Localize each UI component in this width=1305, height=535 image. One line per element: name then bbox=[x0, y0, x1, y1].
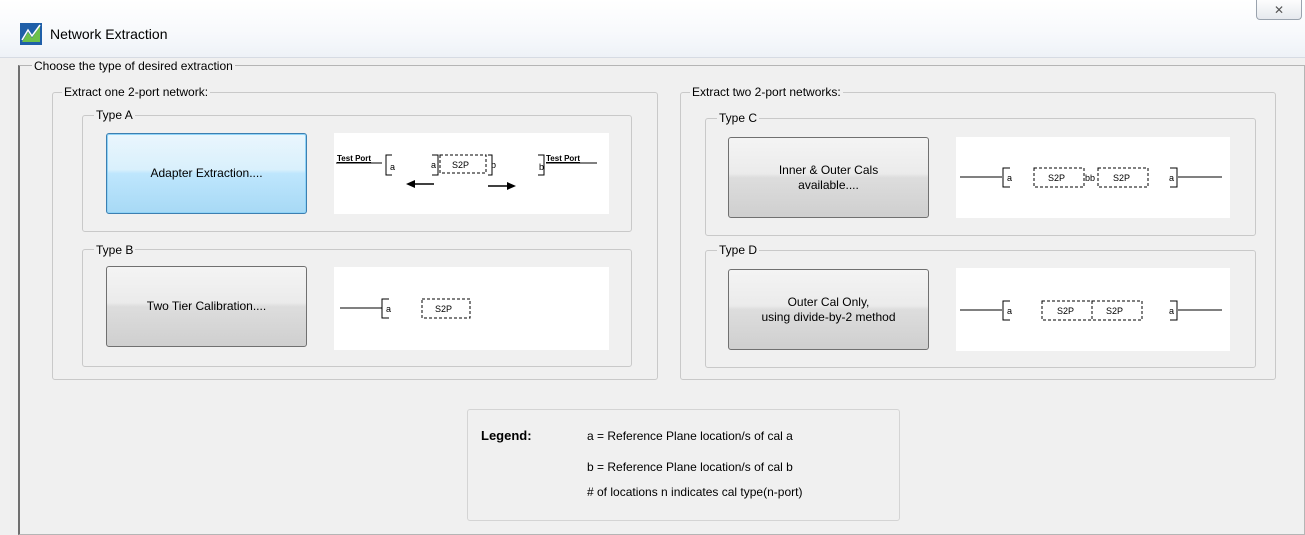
legend-line-n: # of locations n indicates cal type(n-po… bbox=[587, 485, 803, 499]
close-icon: ✕ bbox=[1273, 2, 1285, 17]
close-button[interactable]: ✕ bbox=[1256, 0, 1302, 20]
type-c-s2p-2-label: S2P bbox=[1113, 173, 1130, 183]
inner-outer-cals-button[interactable]: Inner & Outer Cals available.... bbox=[728, 137, 929, 218]
type-b-label: Type B bbox=[94, 243, 136, 257]
type-c-s2p-1-label: S2P bbox=[1048, 173, 1065, 183]
legend-title: Legend: bbox=[481, 428, 532, 443]
type-c-label: Type C bbox=[717, 111, 760, 125]
two-tier-calibration-button[interactable]: Two Tier Calibration.... bbox=[106, 266, 307, 347]
type-a-a2-label: a bbox=[431, 160, 436, 170]
two-port-networks-label: Extract two 2-port networks: bbox=[690, 85, 843, 99]
type-a-s2p-label: S2P bbox=[452, 160, 469, 170]
one-port-network-label: Extract one 2-port network: bbox=[62, 85, 211, 99]
type-c-a-left-label: a bbox=[1007, 173, 1012, 183]
title-bar[interactable]: Network Extraction ✕ bbox=[0, 0, 1305, 58]
type-d-label: Type D bbox=[717, 243, 760, 257]
type-d-s2p-2-label: S2P bbox=[1106, 306, 1123, 316]
app-logo-icon bbox=[20, 23, 42, 45]
type-a-left-port-label: Test Port bbox=[337, 154, 371, 163]
extraction-type-group-label: Choose the type of desired extraction bbox=[32, 59, 235, 73]
type-a-diagram: Test Port a a S2P b b Test Port bbox=[334, 133, 609, 214]
type-a-a1-label: a bbox=[390, 162, 395, 172]
type-d-a-right-label: a bbox=[1169, 306, 1174, 316]
outer-cal-only-button[interactable]: Outer Cal Only, using divide-by-2 method bbox=[728, 269, 929, 350]
adapter-extraction-button[interactable]: Adapter Extraction.... bbox=[106, 133, 307, 214]
type-d-diagram: a S2P S2P a bbox=[956, 268, 1230, 351]
type-a-b1-label: b bbox=[491, 160, 496, 170]
type-c-a-right-label: a bbox=[1169, 173, 1174, 183]
type-a-b2-label: b bbox=[539, 162, 544, 172]
type-d-a-left-label: a bbox=[1007, 306, 1012, 316]
type-a-label: Type A bbox=[94, 108, 135, 122]
type-d-s2p-1-label: S2P bbox=[1057, 306, 1074, 316]
legend-line-b: b = Reference Plane location/s of cal b bbox=[587, 460, 793, 474]
type-c-diagram: a S2P bb S2P a bbox=[956, 137, 1230, 218]
type-c-bb-label: bb bbox=[1085, 173, 1095, 183]
type-b-diagram: a S2P bbox=[334, 267, 609, 350]
legend-line-a: a = Reference Plane location/s of cal a bbox=[587, 429, 793, 443]
type-b-a-label: a bbox=[386, 304, 391, 314]
type-a-right-port-label: Test Port bbox=[546, 154, 580, 163]
window-title: Network Extraction bbox=[50, 26, 168, 42]
type-b-s2p-label: S2P bbox=[435, 304, 452, 314]
network-extraction-window: Network Extraction ✕ Choose the type of … bbox=[0, 0, 1305, 535]
